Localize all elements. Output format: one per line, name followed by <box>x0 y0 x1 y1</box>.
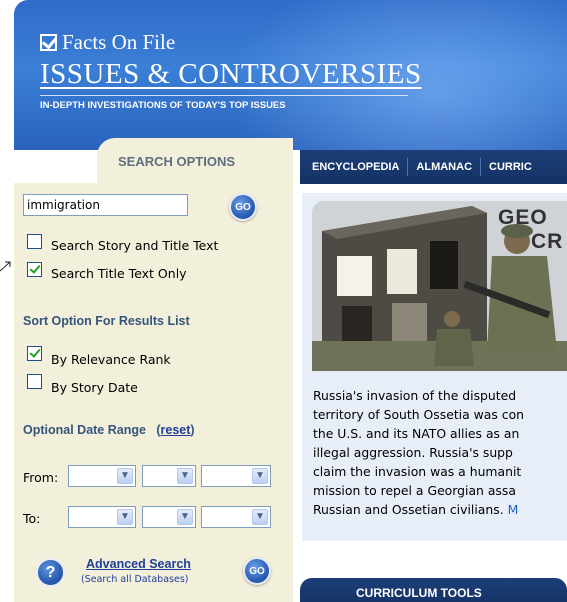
to-year-select[interactable]: ▼ <box>201 506 271 528</box>
curriculum-tools-label: CURRICULUM TOOLS <box>356 586 482 600</box>
relevance-rank-checkbox[interactable] <box>27 346 42 361</box>
chevron-down-icon: ▼ <box>117 468 133 484</box>
search-story-title-checkbox[interactable] <box>27 234 42 249</box>
advanced-search-subtext: (Search all Databases) <box>81 574 189 585</box>
from-day-select[interactable]: ▼ <box>142 465 196 487</box>
feature-headline-line2: CR <box>531 230 564 253</box>
main-nav: ENCYCLOPEDIA ALMANAC CURRIC <box>300 150 567 184</box>
chevron-down-icon: ▼ <box>177 468 193 484</box>
to-day-select[interactable]: ▼ <box>142 506 196 528</box>
search-story-title-label: Search Story and Title Text <box>51 238 219 253</box>
story-date-label: By Story Date <box>51 380 138 395</box>
from-month-select[interactable]: ▼ <box>68 465 136 487</box>
to-month-select[interactable]: ▼ <box>68 506 136 528</box>
to-label: To: <box>23 511 41 526</box>
pointer-arrow-icon <box>0 261 11 272</box>
help-icon[interactable]: ? <box>36 558 65 587</box>
date-range-heading: Optional Date Range (reset) <box>23 423 195 437</box>
search-title-only-checkbox[interactable] <box>27 262 42 277</box>
story-date-checkbox[interactable] <box>27 374 42 389</box>
sort-option-heading: Sort Option For Results List <box>23 314 190 328</box>
nav-almanac[interactable]: ALMANAC <box>408 158 482 176</box>
relevance-rank-label: By Relevance Rank <box>51 352 171 367</box>
advanced-search-link[interactable]: Advanced Search <box>86 557 191 571</box>
search-title-only-label: Search Title Text Only <box>51 266 187 281</box>
date-range-label: Optional Date Range <box>23 423 146 437</box>
chevron-down-icon: ▼ <box>177 509 193 525</box>
more-link[interactable]: M <box>508 502 519 517</box>
search-go-button[interactable]: GO <box>229 193 257 221</box>
reset-paren-close: ) <box>190 423 195 437</box>
from-year-select[interactable]: ▼ <box>201 465 271 487</box>
search-input[interactable] <box>23 194 188 216</box>
story-text-last: Russian and Ossetian civilians. M <box>313 502 518 517</box>
advanced-search-go-button[interactable]: GO <box>243 557 271 585</box>
brand-logo[interactable]: Facts On File <box>40 30 175 55</box>
brand-name: Facts On File <box>62 30 176 54</box>
story-text-line: illegal aggression. Russia's supp <box>313 445 513 460</box>
from-label: From: <box>23 470 59 485</box>
reset-paren-open: ( <box>149 423 161 437</box>
story-text-line: territory of South Ossetia was con <box>313 407 525 422</box>
search-options-heading: SEARCH OPTIONS <box>118 154 236 169</box>
story-text-line: mission to repel a Georgian assa <box>313 483 516 498</box>
site-title[interactable]: ISSUES & CONTROVERSIES <box>40 58 422 91</box>
reset-link[interactable]: reset <box>161 423 191 437</box>
story-text-line: Russian and Ossetian civilians. <box>313 502 504 517</box>
story-text-line: the U.S. and its NATO allies as an <box>313 426 520 441</box>
chevron-down-icon: ▼ <box>252 468 268 484</box>
title-divider <box>40 95 408 96</box>
chevron-down-icon: ▼ <box>117 509 133 525</box>
story-text-line: Russia's invasion of the disputed <box>313 388 517 403</box>
site-tagline: IN-DEPTH INVESTIGATIONS OF TODAY'S TOP I… <box>40 100 286 111</box>
nav-curriculum[interactable]: CURRIC <box>481 158 540 176</box>
nav-encyclopedia[interactable]: ENCYCLOPEDIA <box>300 158 409 176</box>
checkmark-logo-icon <box>40 34 57 51</box>
story-text-line: claim the invasion was a humanit <box>313 464 522 479</box>
feature-headline-line1: GEO <box>498 206 548 229</box>
chevron-down-icon: ▼ <box>252 509 268 525</box>
